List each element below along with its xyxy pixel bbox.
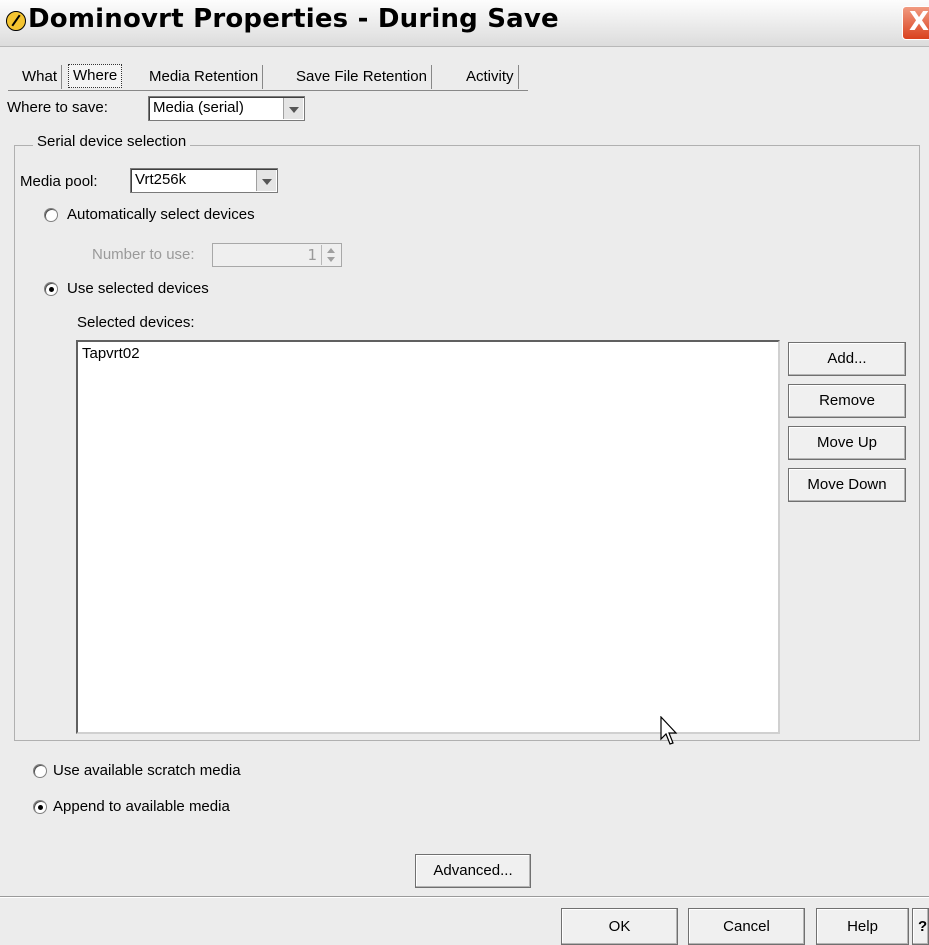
- group-legend: Serial device selection: [33, 133, 191, 150]
- remove-button[interactable]: Remove: [788, 384, 906, 418]
- number-to-use-spinner[interactable]: 1: [212, 243, 342, 267]
- close-button[interactable]: X: [902, 6, 929, 40]
- auto-select-label: Automatically select devices: [67, 206, 255, 223]
- use-selected-radio[interactable]: [44, 282, 58, 296]
- ok-button[interactable]: OK: [561, 908, 678, 945]
- mouse-cursor-icon: [660, 716, 678, 745]
- auto-select-radio[interactable]: [44, 208, 58, 222]
- append-media-radio[interactable]: [33, 800, 47, 814]
- tab-save-file-retention[interactable]: Save File Retention: [292, 65, 432, 89]
- media-pool-combo[interactable]: Vrt256k: [130, 168, 278, 193]
- tab-divider: [8, 90, 528, 91]
- add-button[interactable]: Add...: [788, 342, 906, 376]
- use-selected-label: Use selected devices: [67, 280, 209, 297]
- where-to-save-label: Where to save:: [7, 99, 108, 116]
- where-to-save-combo[interactable]: Media (serial): [148, 96, 305, 121]
- cancel-button[interactable]: Cancel: [688, 908, 805, 945]
- media-pool-label: Media pool:: [20, 173, 98, 190]
- advanced-button[interactable]: Advanced...: [415, 854, 531, 888]
- chevron-down-icon[interactable]: [283, 98, 303, 119]
- list-item[interactable]: Tapvrt02: [82, 345, 140, 362]
- scratch-media-label: Use available scratch media: [53, 762, 241, 779]
- context-help-button[interactable]: ?: [912, 908, 929, 945]
- number-to-use-value: 1: [307, 246, 317, 264]
- where-to-save-value: Media (serial): [153, 99, 244, 116]
- move-up-button[interactable]: Move Up: [788, 426, 906, 460]
- chevron-down-icon[interactable]: [256, 170, 276, 191]
- tab-where[interactable]: Where: [68, 64, 123, 88]
- tab-media-retention[interactable]: Media Retention: [145, 65, 264, 89]
- move-down-button[interactable]: Move Down: [788, 468, 906, 502]
- window-title: Dominovrt Properties - During Save: [28, 4, 559, 34]
- footer-divider-highlight: [0, 897, 929, 898]
- tab-what[interactable]: What: [18, 65, 63, 89]
- spinner-arrows-icon[interactable]: [321, 245, 340, 265]
- app-icon: [6, 11, 26, 31]
- selected-devices-label: Selected devices:: [77, 314, 195, 331]
- append-media-label: Append to available media: [53, 798, 230, 815]
- selected-devices-list[interactable]: Tapvrt02: [76, 340, 780, 734]
- tab-activity[interactable]: Activity: [462, 65, 519, 89]
- scratch-media-radio[interactable]: [33, 764, 47, 778]
- media-pool-value: Vrt256k: [135, 171, 187, 188]
- number-to-use-label: Number to use:: [92, 246, 195, 263]
- title-bar: Dominovrt Properties - During Save: [0, 0, 929, 47]
- help-button[interactable]: Help: [816, 908, 909, 945]
